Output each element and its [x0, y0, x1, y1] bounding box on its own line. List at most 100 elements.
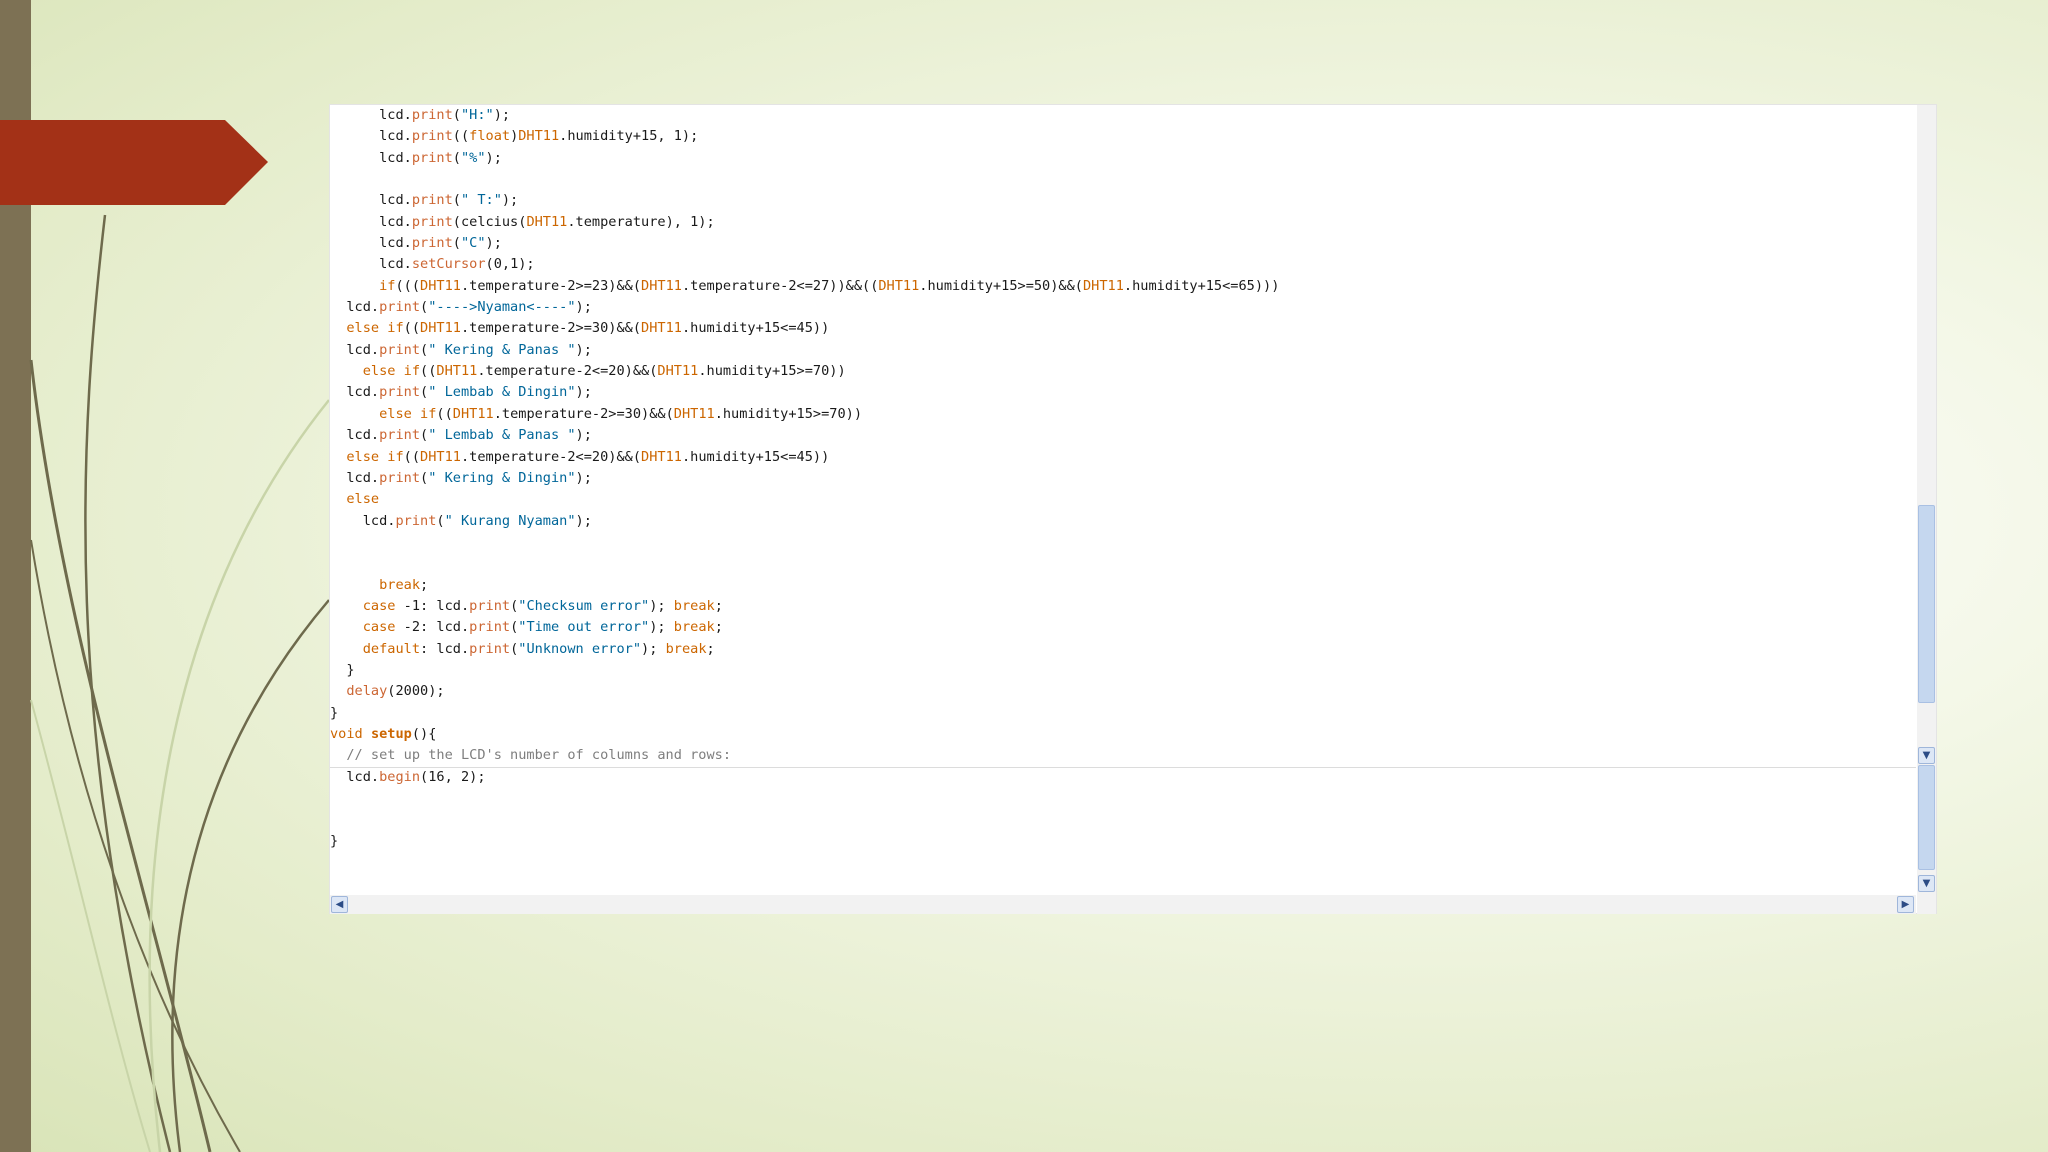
code-token: void	[330, 725, 363, 742]
code-line: lcd.print(" Lembab & Panas ");	[330, 425, 1916, 446]
code-token: (	[420, 469, 429, 486]
code-token: lcd.	[330, 469, 380, 486]
code-line: void setup(){	[330, 724, 1916, 745]
code-token: else if	[346, 320, 404, 337]
code-line: lcd.print("%");	[330, 148, 1916, 169]
code-token: (((	[395, 277, 421, 294]
code-token: float	[469, 128, 511, 145]
code-token: break	[673, 597, 715, 614]
code-token: " Kering & Panas "	[428, 341, 576, 358]
code-token: }	[330, 832, 339, 849]
code-token: "---->Nyaman<----"	[428, 299, 576, 316]
code-token: (	[420, 384, 429, 401]
code-token: ((	[403, 320, 421, 337]
code-token: (16, 2);	[420, 768, 486, 785]
code-token: .temperature-2<=27))&&((	[681, 277, 879, 294]
code-token: ;	[706, 640, 715, 657]
code-token: (	[420, 427, 429, 444]
lower-scroll-down-button[interactable]: ▼	[1918, 875, 1935, 892]
code-token: -1: lcd.	[395, 597, 470, 614]
code-token: print	[469, 619, 511, 636]
code-token: ((	[420, 363, 437, 380]
code-token: setup	[370, 725, 412, 742]
code-token: .humidity+15<=45))	[681, 448, 830, 465]
code-line: if(((DHT11.temperature-2>=23)&&(DHT11.te…	[330, 276, 1916, 297]
code-token: case	[362, 597, 396, 614]
code-token: );	[575, 427, 592, 444]
code-token: else if	[346, 448, 404, 465]
code-token: (2000);	[387, 683, 445, 700]
code-token: ((	[403, 448, 421, 465]
slide-arrow-banner	[0, 120, 268, 205]
code-token: begin	[379, 768, 421, 785]
code-token: );	[485, 149, 502, 166]
code-token: DHT11	[420, 320, 461, 337]
code-token: DHT11	[641, 320, 682, 337]
code-token: DHT11	[420, 448, 461, 465]
scrollbar-corner	[1917, 895, 1936, 914]
code-token: : lcd.	[420, 640, 470, 657]
code-line: else if((DHT11.temperature-2<=20)&&(DHT1…	[330, 447, 1916, 468]
code-line: }	[330, 831, 1916, 852]
vertical-scroll-thumb[interactable]	[1918, 505, 1935, 703]
code-line: else if((DHT11.temperature-2>=30)&&(DHT1…	[330, 404, 1916, 425]
code-line: lcd.print(" Kurang Nyaman");	[330, 511, 1916, 532]
code-token: (){	[411, 725, 437, 742]
code-token: DHT11	[526, 213, 568, 230]
code-token: "Unknown error"	[518, 640, 642, 657]
code-line: lcd.setCursor(0,1);	[330, 254, 1916, 275]
code-token: break	[665, 640, 707, 657]
code-line: case -1: lcd.print("Checksum error"); br…	[330, 596, 1916, 617]
code-line: default: lcd.print("Unknown error"); bre…	[330, 639, 1916, 660]
code-token: DHT11	[657, 363, 699, 380]
code-token: if	[379, 277, 396, 294]
code-token: (	[452, 235, 461, 252]
scroll-down-button[interactable]: ▼	[1918, 747, 1935, 764]
horizontal-scrollbar[interactable]: ◀ ▶	[330, 895, 1916, 914]
scroll-left-button[interactable]: ◀	[331, 896, 348, 913]
code-line: lcd.print(" Kering & Dingin");	[330, 468, 1916, 489]
code-token: .humidity+15>=50)&&(	[919, 277, 1083, 294]
code-line: lcd.print((float)DHT11.humidity+15, 1);	[330, 126, 1916, 147]
scroll-right-button[interactable]: ▶	[1897, 896, 1914, 913]
code-token: " T:"	[460, 192, 502, 209]
lower-pane-scroll-thumb[interactable]	[1918, 765, 1935, 870]
code-token: print	[379, 427, 421, 444]
code-token: (	[436, 512, 445, 529]
code-token: lcd.	[330, 384, 380, 401]
code-line: lcd.begin(16, 2);	[330, 767, 1916, 788]
code-token: );	[649, 619, 674, 636]
code-token: DHT11	[641, 277, 682, 294]
vertical-scrollbar[interactable]: ▼ ▼	[1917, 105, 1936, 895]
code-token: print	[469, 640, 511, 657]
code-token: " Lembab & Dingin"	[428, 384, 576, 401]
code-token: print	[411, 235, 453, 252]
code-token: else if	[362, 363, 421, 380]
code-line: lcd.print("H:");	[330, 105, 1916, 126]
code-token: DHT11	[518, 128, 560, 145]
code-editor-window: lcd.print("H:"); lcd.print((float)DHT11.…	[329, 104, 1937, 914]
code-token: ;	[420, 576, 429, 593]
code-token: " Lembab & Panas "	[428, 427, 576, 444]
code-token: lcd.	[330, 213, 412, 230]
code-token: DHT11	[878, 277, 920, 294]
code-token: );	[575, 469, 592, 486]
chevron-left-icon: ◀	[335, 899, 344, 910]
code-pane[interactable]: lcd.print("H:"); lcd.print((float)DHT11.…	[330, 105, 1916, 895]
code-token: .humidity+15>=70))	[698, 363, 846, 380]
code-token: .temperature-2>=23)&&(	[460, 277, 642, 294]
code-token: .temperature), 1);	[567, 213, 715, 230]
code-token: DHT11	[641, 448, 682, 465]
code-token: "%"	[460, 149, 486, 166]
